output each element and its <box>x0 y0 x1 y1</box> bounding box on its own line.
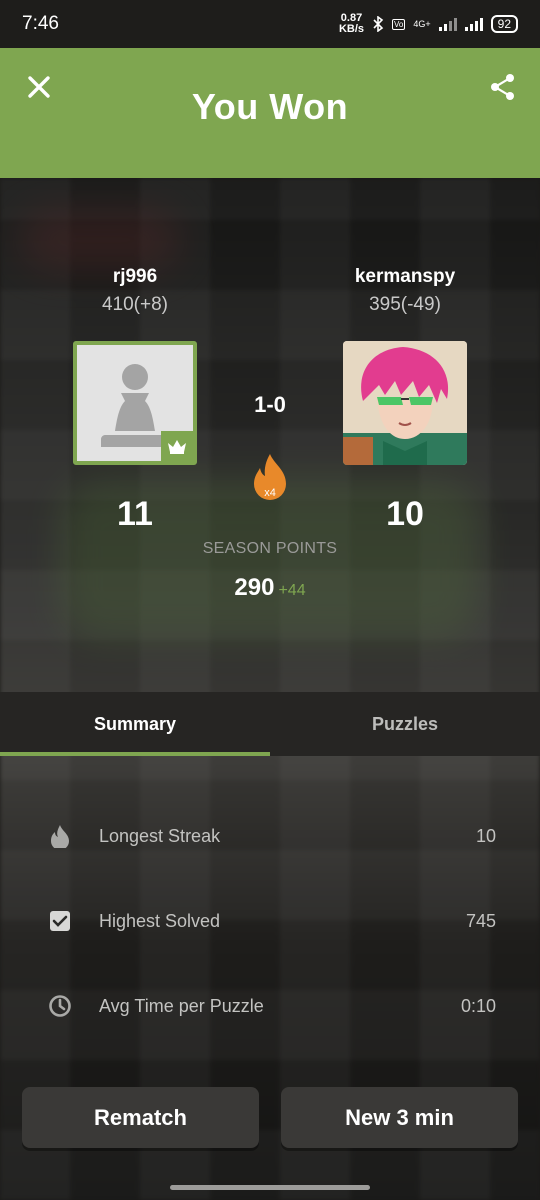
result-tabs: Summary Puzzles <box>0 692 540 756</box>
stat-row-longest-streak: Longest Streak 10 <box>0 816 540 856</box>
blur-accent <box>20 210 180 270</box>
crown-icon <box>168 440 186 454</box>
stat-value: 745 <box>465 910 496 931</box>
winner-badge <box>161 431 193 461</box>
player-points: 11 <box>117 495 153 533</box>
season-points: 290 +44 <box>0 574 540 602</box>
status-icons: 0.87 KB/s Vo 4G+ 92 <box>339 13 518 35</box>
status-time: 7:46 <box>22 13 59 34</box>
tab-summary[interactable]: Summary <box>0 692 270 756</box>
new-game-button[interactable]: New 3 min <box>281 1087 518 1148</box>
stat-value: 0:10 <box>460 995 496 1016</box>
result-header: You Won <box>0 48 540 178</box>
stat-value: 10 <box>475 825 496 846</box>
signal-icon <box>464 17 483 31</box>
network-type: 4G+ <box>413 19 431 29</box>
tab-puzzles[interactable]: Puzzles <box>270 692 540 756</box>
gesture-nav-handle[interactable] <box>170 1185 370 1190</box>
checkbox-icon <box>50 911 70 931</box>
signal-icon <box>438 17 457 31</box>
season-points-label: SEASON POINTS <box>202 540 338 557</box>
player-left: rj996 410(+8) <box>35 266 235 316</box>
flame-icon: x4 <box>254 454 286 500</box>
rematch-button[interactable]: Rematch <box>22 1087 259 1148</box>
stat-row-avg-time: Avg Time per Puzzle 0:10 <box>0 986 540 1026</box>
status-bar: 7:46 0.87 KB/s Vo 4G+ 92 <box>0 0 540 48</box>
streak-multiplier: x4 <box>264 487 276 499</box>
player-right: kermanspy 395(-49) <box>305 266 505 316</box>
stat-label: Longest Streak <box>99 825 221 846</box>
network-speed: 0.87 KB/s <box>338 12 365 35</box>
stat-row-highest-solved: Highest Solved 745 <box>0 901 540 941</box>
bluetooth-icon <box>373 16 384 32</box>
volte-icon: Vo <box>392 18 406 30</box>
player-rating: 395(-49) <box>369 294 441 315</box>
player-name: rj996 <box>112 266 158 287</box>
player-name: kermanspy <box>354 266 456 287</box>
flame-icon <box>51 825 69 848</box>
match-score: 1-0 <box>254 392 286 417</box>
share-icon[interactable] <box>488 72 518 102</box>
battery-icon: 92 <box>490 15 518 33</box>
stat-label: Avg Time per Puzzle <box>99 995 264 1016</box>
season-points-value: 290 <box>234 574 275 601</box>
player-rating: 410(+8) <box>101 294 169 315</box>
clock-icon <box>49 995 71 1017</box>
blurred-board-background <box>0 178 540 1200</box>
season-points-delta: +44 <box>278 582 306 599</box>
stat-label: Highest Solved <box>99 910 221 931</box>
page-title: You Won <box>191 86 349 127</box>
player-points: 10 <box>386 495 424 533</box>
